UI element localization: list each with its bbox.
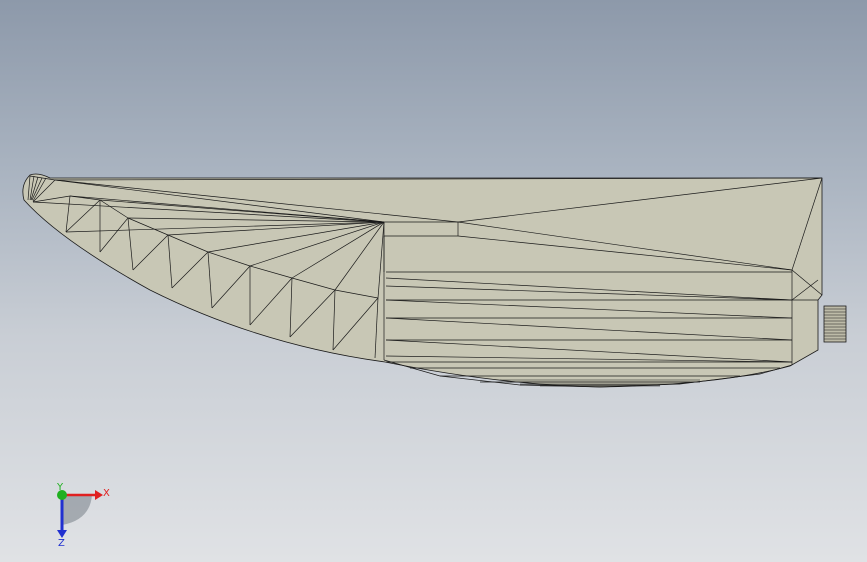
z-axis-arrow bbox=[57, 530, 67, 538]
z-axis-label: Z bbox=[58, 538, 65, 549]
x-axis-label: X bbox=[103, 488, 110, 499]
y-axis-label: Y bbox=[56, 482, 64, 493]
part-body[interactable] bbox=[22, 173, 823, 388]
right-knob[interactable] bbox=[823, 305, 847, 343]
model-view[interactable] bbox=[0, 0, 867, 562]
triad-shadow bbox=[62, 495, 92, 525]
x-axis-arrow bbox=[95, 490, 103, 500]
graphics-viewport[interactable]: X Y Z bbox=[0, 0, 867, 562]
part-outline bbox=[22, 173, 823, 388]
axis-triad[interactable]: X Y Z bbox=[40, 480, 120, 550]
